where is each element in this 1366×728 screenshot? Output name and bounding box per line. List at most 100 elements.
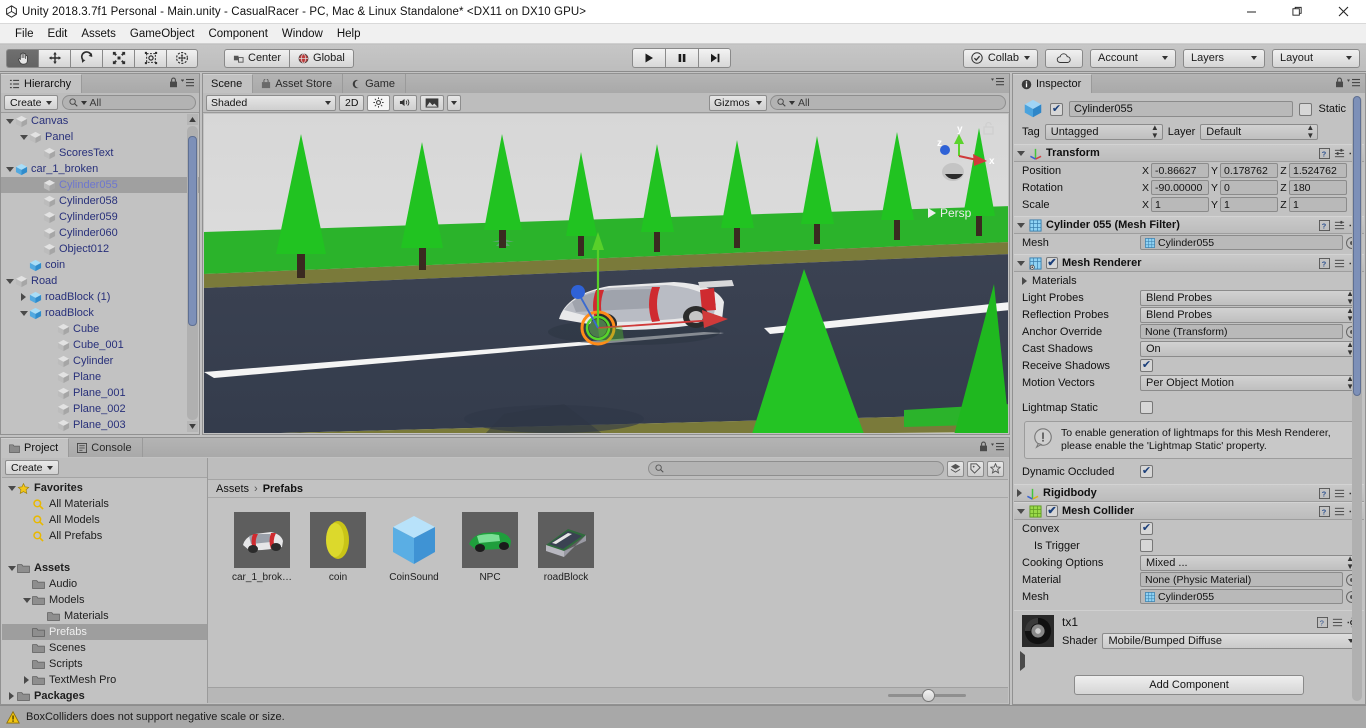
tab-scene[interactable]: Scene	[203, 74, 254, 93]
rotate-tool-button[interactable]	[70, 48, 102, 68]
foldout-icon[interactable]	[7, 485, 16, 491]
pivot-mode-button[interactable]: Center	[224, 48, 290, 68]
hierarchy-scroll-down[interactable]	[187, 421, 198, 432]
preset-icon[interactable]	[1334, 488, 1345, 499]
scale-y-input[interactable]: 1	[1220, 197, 1278, 212]
space-mode-button[interactable]: Global	[289, 48, 354, 68]
foldout-icon[interactable]	[9, 692, 14, 700]
close-button[interactable]	[1320, 0, 1366, 24]
cooking-options-dropdown[interactable]: Mixed ... ▲ ▼	[1140, 554, 1358, 571]
asset-item[interactable]: CoinSound	[382, 512, 446, 583]
preset-icon[interactable]	[1334, 506, 1345, 517]
project-folder-textmesh-pro[interactable]: TextMesh Pro	[2, 672, 207, 688]
filter-favorite-button[interactable]	[987, 460, 1004, 477]
hierarchy-item-cylinder055[interactable]: Cylinder055	[1, 177, 199, 193]
position-z-input[interactable]: 1.524762	[1289, 163, 1347, 178]
help-icon[interactable]: ?	[1319, 505, 1330, 517]
step-button[interactable]	[698, 48, 731, 68]
hierarchy-search-input[interactable]: All	[61, 95, 196, 110]
panel-menu-icon[interactable]	[991, 77, 1005, 87]
tab-inspector[interactable]: Inspector	[1013, 74, 1093, 93]
filter-label-button[interactable]	[967, 460, 984, 477]
object-enabled-checkbox[interactable]	[1050, 102, 1063, 116]
project-folder-favorites[interactable]: Favorites	[2, 480, 207, 496]
hierarchy-item-roadblock-1[interactable]: roadBlock (1)›	[1, 289, 199, 305]
hierarchy-item-cylinder[interactable]: Cylinder	[1, 353, 199, 369]
hierarchy-item-cylinder060[interactable]: Cylinder060	[1, 225, 199, 241]
layer-dropdown[interactable]: Default ▲ ▼	[1200, 124, 1319, 140]
hierarchy-foldout[interactable]	[18, 134, 29, 140]
minimize-button[interactable]	[1228, 0, 1274, 24]
hierarchy-foldout[interactable]	[18, 293, 29, 301]
project-folder-all-models[interactable]: All Models	[2, 512, 207, 528]
draw-mode-dropdown[interactable]: Shaded	[206, 94, 336, 111]
project-foldout[interactable]	[6, 485, 17, 491]
menu-component[interactable]: Component	[201, 26, 274, 42]
pause-button[interactable]	[665, 48, 698, 68]
project-folder-tree[interactable]: Favorites All Materials All Models All Pref…	[2, 480, 207, 703]
foldout-icon[interactable]	[1017, 489, 1022, 498]
shader-dropdown[interactable]: Mobile/Bumped Diffuse	[1102, 633, 1358, 650]
hierarchy-item-coin[interactable]: coin›	[1, 257, 199, 273]
project-foldout[interactable]	[21, 676, 32, 684]
panel-menu-icon[interactable]	[181, 78, 195, 88]
hierarchy-item-cylinder058[interactable]: Cylinder058	[1, 193, 199, 209]
help-icon[interactable]: ?	[1319, 257, 1330, 269]
mesh-filter-mesh-field[interactable]: Cylinder055	[1140, 235, 1343, 250]
menu-gameobject[interactable]: GameObject	[123, 26, 202, 42]
tab-hierarchy[interactable]: Hierarchy	[1, 74, 83, 93]
foldout-icon[interactable]	[1017, 222, 1025, 228]
collider-mesh-field[interactable]: Cylinder055	[1140, 589, 1343, 605]
hierarchy-item-plane-002[interactable]: Plane_002	[1, 401, 199, 417]
tab-project[interactable]: Project	[1, 438, 70, 457]
scale-x-input[interactable]: 1	[1151, 197, 1209, 212]
foldout-icon[interactable]	[1020, 651, 1025, 672]
foldout-icon[interactable]	[5, 278, 14, 284]
rotation-y-input[interactable]: 0	[1220, 180, 1278, 195]
physic-material-field[interactable]: None (Physic Material)	[1140, 572, 1343, 588]
panel-menu-icon[interactable]	[1347, 78, 1361, 88]
foldout-icon[interactable]	[19, 310, 28, 316]
reflection-probes-dropdown[interactable]: Blend Probes ▲ ▼	[1140, 306, 1358, 323]
hierarchy-item-canvas[interactable]: Canvas	[1, 113, 199, 129]
project-folder-assets[interactable]: Assets	[2, 560, 207, 576]
hierarchy-scroll-thumb[interactable]	[188, 136, 197, 326]
project-search-input[interactable]	[648, 461, 944, 476]
add-component-button[interactable]: Add Component	[1074, 675, 1304, 695]
project-folder-all-prefabs[interactable]: All Prefabs	[2, 528, 207, 544]
hierarchy-foldout[interactable]	[4, 166, 15, 172]
gizmos-dropdown[interactable]: Gizmos	[709, 94, 767, 111]
menu-edit[interactable]: Edit	[41, 26, 75, 42]
project-folder-materials[interactable]: Materials	[2, 608, 207, 624]
project-create-button[interactable]: Create	[5, 460, 59, 475]
lock-icon[interactable]	[979, 441, 988, 452]
component-header-mesh-filter[interactable]: Cylinder 055 (Mesh Filter) ?	[1014, 216, 1364, 234]
menu-assets[interactable]: Assets	[74, 26, 123, 42]
foldout-icon[interactable]	[22, 597, 31, 603]
panel-menu-icon[interactable]	[991, 442, 1005, 452]
foldout-icon[interactable]	[24, 676, 29, 684]
help-icon[interactable]: ?	[1319, 219, 1330, 231]
menu-help[interactable]: Help	[330, 26, 368, 42]
is-trigger-checkbox[interactable]	[1140, 539, 1153, 553]
maximize-button[interactable]	[1274, 0, 1320, 24]
account-button[interactable]: Account	[1090, 48, 1176, 68]
project-folder-audio[interactable]: Audio	[2, 576, 207, 592]
inspector-scroll-thumb[interactable]	[1353, 96, 1361, 396]
hierarchy-item-plane-003[interactable]: Plane_003	[1, 417, 199, 433]
static-checkbox[interactable]	[1299, 102, 1313, 116]
component-header-transform[interactable]: Transform ?	[1014, 144, 1364, 162]
breadcrumb-assets[interactable]: Assets	[216, 483, 249, 495]
project-folder-all-materials[interactable]: All Materials	[2, 496, 207, 512]
hierarchy-item-plane-001[interactable]: Plane_001	[1, 385, 199, 401]
help-icon[interactable]: ?	[1317, 616, 1328, 628]
help-icon[interactable]: ?	[1319, 487, 1330, 499]
asset-item[interactable]: roadBlock	[534, 512, 598, 583]
foldout-icon[interactable]	[7, 565, 16, 571]
hierarchy-item-panel[interactable]: Panel	[1, 129, 199, 145]
foldout-icon[interactable]	[1022, 276, 1027, 285]
tab-asset-store[interactable]: Asset Store	[253, 74, 344, 93]
foldout-icon[interactable]	[1017, 260, 1025, 266]
component-header-rigidbody[interactable]: Rigidbody ?	[1014, 484, 1364, 503]
preset-icon[interactable]	[1334, 258, 1345, 269]
